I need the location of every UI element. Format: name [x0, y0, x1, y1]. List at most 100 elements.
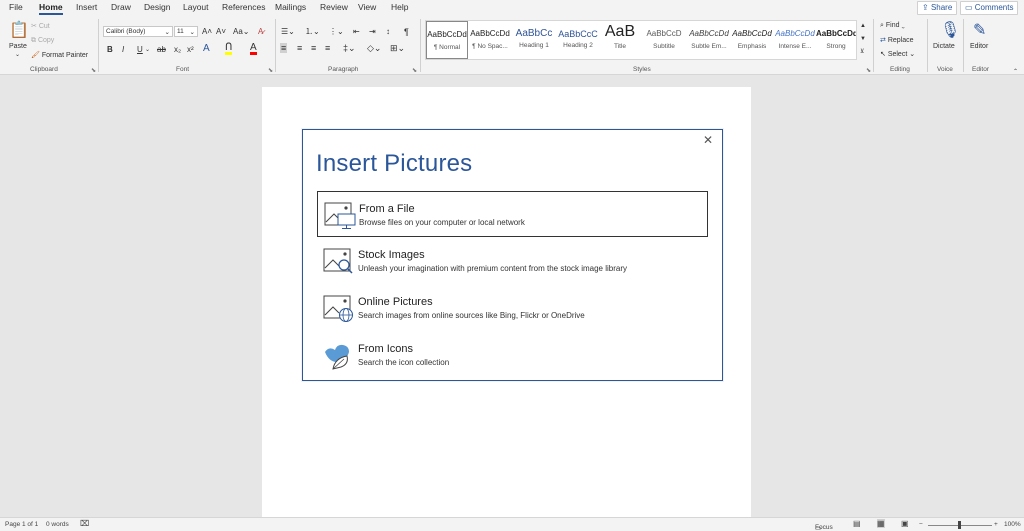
print-layout-icon[interactable]: ▦	[877, 519, 885, 528]
bullets-icon[interactable]: ☰⌄	[281, 27, 295, 37]
tab-insert[interactable]: Insert	[76, 2, 97, 12]
select-button[interactable]: ↖ Select ⌄	[880, 50, 915, 58]
align-right-icon[interactable]: ≡	[311, 43, 316, 53]
font-launcher-icon[interactable]: ⬊	[268, 67, 273, 74]
scissors-icon: ✂	[31, 23, 39, 30]
styles-launcher-icon[interactable]: ⬊	[866, 67, 871, 74]
tab-draw[interactable]: Draw	[111, 2, 131, 12]
style-emphasis[interactable]: AaBbCcDd Emphasis	[731, 19, 773, 59]
font-size-dropdown[interactable]: 11 ⌄	[174, 26, 198, 37]
style-title[interactable]: AaB Title	[600, 19, 640, 59]
page-count[interactable]: Page 1 of 1	[5, 521, 38, 528]
superscript-icon[interactable]: x²	[187, 45, 194, 55]
dictate-button[interactable]: Dictate	[933, 43, 955, 50]
style-heading-2[interactable]: AaBbCcC Heading 2	[557, 19, 599, 59]
shrink-font-icon[interactable]: A˅	[216, 27, 226, 37]
styles-scroll-up-icon[interactable]: ▲	[860, 21, 866, 31]
zoom-out-icon[interactable]: −	[919, 521, 923, 528]
sort-icon[interactable]: ↕	[386, 27, 390, 37]
styles-more-icon[interactable]: ⊻	[860, 47, 864, 57]
pilcrow-icon[interactable]: ¶	[404, 27, 409, 37]
subscript-icon[interactable]: x₂	[174, 45, 181, 55]
option-from-file[interactable]: From a File Browse files on your compute…	[317, 191, 708, 237]
clipboard-launcher-icon[interactable]: ⬊	[91, 67, 96, 74]
microphone-icon[interactable]: 🎙	[940, 22, 960, 40]
comments-button[interactable]: ▭ Comments	[960, 1, 1019, 15]
bird-leaf-icon	[325, 344, 349, 370]
italic-icon[interactable]: I	[122, 45, 124, 55]
insert-pictures-dialog: ✕ Insert Pictures From a File Browse fil…	[302, 129, 723, 381]
option-title: From Icons	[358, 343, 414, 355]
grow-font-icon[interactable]: A˄	[202, 27, 212, 37]
underline-icon[interactable]: U	[137, 45, 143, 55]
separator	[873, 19, 874, 72]
increase-indent-icon[interactable]: ⇥	[369, 27, 376, 37]
text-effects-icon[interactable]: A	[203, 44, 210, 54]
tab-file[interactable]: File	[9, 2, 23, 12]
paste-icon[interactable]: 📋	[9, 22, 29, 40]
style-heading-1[interactable]: AaBbCc Heading 1	[512, 19, 556, 59]
tab-home[interactable]: Home	[39, 2, 63, 15]
style-intense-emphasis[interactable]: AaBbCcDd Intense E...	[774, 19, 816, 59]
strikethrough-icon[interactable]: ab	[157, 45, 166, 55]
editor-icon[interactable]: ✎	[973, 22, 986, 40]
style-strong[interactable]: AaBbCcDd Strong	[816, 19, 856, 59]
font-name-dropdown[interactable]: Calibri (Body) ⌄	[103, 26, 173, 37]
shading-icon[interactable]: ◇⌄	[367, 43, 381, 53]
option-stock-images[interactable]: Stock Images Unleash your imagination wi…	[317, 238, 708, 284]
replace-icon: ⇄	[880, 37, 888, 44]
paragraph-launcher-icon[interactable]: ⬊	[412, 67, 417, 74]
copy-button[interactable]: ⧉ Copy	[31, 37, 54, 45]
style-subtle-emphasis[interactable]: AaBbCcDd Subtle Em...	[687, 19, 731, 59]
word-count[interactable]: 0 words	[46, 521, 69, 528]
zoom-level[interactable]: 100%	[1004, 521, 1021, 528]
tab-mailings[interactable]: Mailings	[275, 2, 306, 12]
borders-icon[interactable]: ⊞⌄	[390, 43, 405, 53]
align-left-icon[interactable]: ≡	[280, 43, 288, 53]
option-from-icons[interactable]: From Icons Search the icon collection	[317, 332, 708, 378]
multilevel-list-icon[interactable]: ⋮⌄	[329, 27, 344, 37]
tab-design[interactable]: Design	[144, 2, 170, 12]
decrease-indent-icon[interactable]: ⇤	[353, 27, 360, 37]
styles-scroll-down-icon[interactable]: ▼	[860, 34, 866, 44]
find-button[interactable]: ⌕ Find ⌄	[880, 22, 905, 30]
tab-view[interactable]: View	[358, 2, 376, 12]
style-subtitle[interactable]: AaBbCcD Subtitle	[642, 19, 686, 59]
numbering-icon[interactable]: ⒈⌄	[305, 27, 320, 37]
clear-formatting-icon[interactable]: A̷	[258, 27, 263, 37]
bold-icon[interactable]: B	[107, 45, 113, 55]
align-center-icon[interactable]: ≡	[297, 43, 302, 53]
read-mode-icon[interactable]: ▤	[853, 519, 861, 528]
zoom-slider-thumb[interactable]	[958, 521, 961, 529]
tab-help[interactable]: Help	[391, 2, 408, 12]
share-button[interactable]: ⇪ Share	[917, 1, 958, 15]
close-icon[interactable]: ✕	[703, 133, 713, 147]
change-case-icon[interactable]: Aa⌄	[233, 27, 250, 37]
tab-review[interactable]: Review	[320, 2, 348, 12]
line-spacing-icon[interactable]: ‡⌄	[343, 43, 356, 53]
highlighter-icon[interactable]: ꓵ	[225, 43, 233, 55]
style-no-spacing[interactable]: AaBbCcDd ¶ No Spac...	[469, 19, 511, 59]
format-painter-button[interactable]: 🖌 Format Painter	[31, 51, 88, 59]
tab-references[interactable]: References	[222, 2, 265, 12]
option-description: Browse files on your computer or local n…	[359, 218, 525, 227]
cursor-icon: ↖	[880, 51, 888, 58]
paste-button[interactable]: Paste	[9, 43, 27, 50]
justify-icon[interactable]: ≡	[325, 43, 330, 53]
style-normal[interactable]: AaBbCcDd ¶ Normal	[426, 21, 468, 59]
proofing-icon[interactable]: ⌧	[80, 519, 89, 528]
zoom-in-icon[interactable]: +	[994, 521, 998, 528]
font-color-icon[interactable]: A	[250, 43, 257, 55]
chevron-down-icon[interactable]: ⌄	[145, 45, 150, 55]
paste-dropdown-icon[interactable]: ⌄	[15, 51, 20, 58]
replace-button[interactable]: ⇄ Replace	[880, 36, 914, 44]
separator	[963, 19, 964, 72]
chevron-down-icon: ⌄	[189, 29, 195, 36]
editor-button[interactable]: Editor	[970, 43, 988, 50]
stock-image-search-icon	[323, 248, 353, 274]
web-layout-icon[interactable]: ▣	[901, 519, 909, 528]
cut-button[interactable]: ✂ Cut	[31, 22, 50, 30]
option-online-pictures[interactable]: Online Pictures Search images from onlin…	[317, 285, 708, 331]
tab-layout[interactable]: Layout	[183, 2, 209, 12]
ribbon-tab-bar: File Home Insert Draw Design Layout Refe…	[0, 0, 1024, 17]
